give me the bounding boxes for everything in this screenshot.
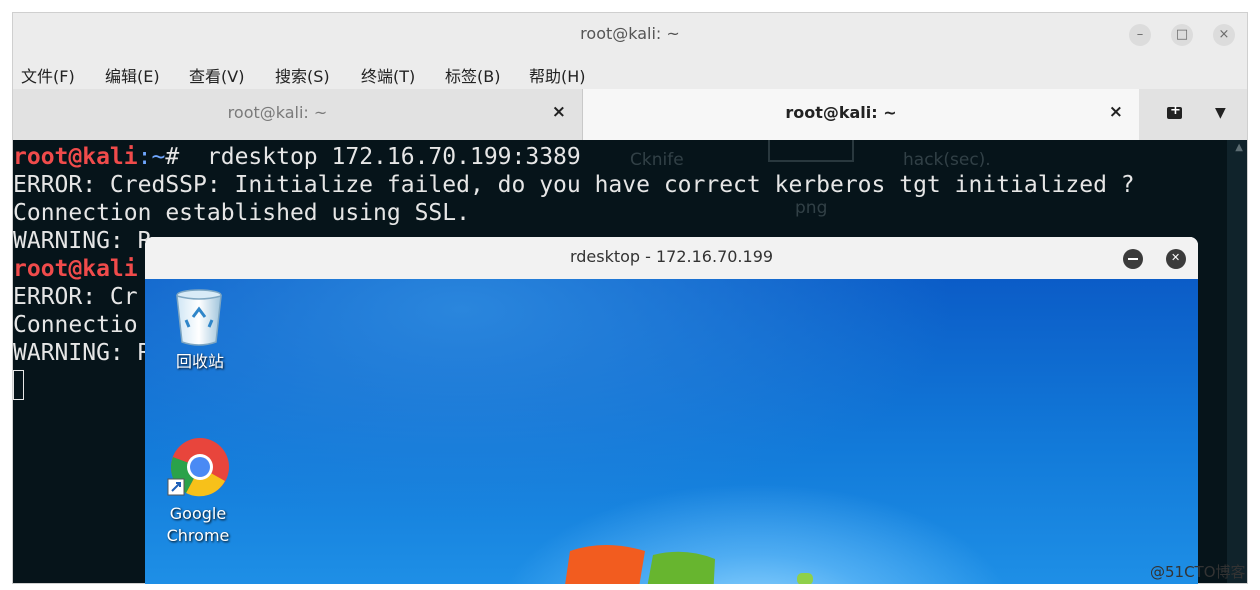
tab-close-icon[interactable]: × (1109, 102, 1123, 122)
rdesktop-title-bar[interactable]: rdesktop - 172.16.70.199 (145, 237, 1198, 279)
recycle-bin-label: 回收站 (175, 352, 224, 371)
maximize-button[interactable]: □ (1171, 24, 1193, 46)
ghost-file-label: hack(sec). (903, 150, 991, 170)
terminal-cursor (13, 370, 24, 400)
ghost-file-label: Cknife (630, 150, 684, 170)
scrollbar[interactable]: ▲ (1227, 140, 1247, 583)
prompt-user: root@kali (13, 256, 138, 282)
rdesktop-title: rdesktop - 172.16.70.199 (569, 247, 774, 266)
minimize-button[interactable]: – (1129, 24, 1151, 46)
menu-bar: 文件(F) 编辑(E) 查看(V) 搜索(S) 终端(T) 标签(B) 帮助(H… (13, 57, 1247, 89)
tab-label: root@kali: ~ (785, 103, 897, 122)
chevron-down-icon[interactable]: ▼ (1215, 105, 1226, 121)
prompt-symbol: # (165, 144, 194, 170)
windows-logo-dot (797, 573, 813, 584)
terminal-line-1: root@kali:~# rdesktop 172.16.70.199:3389 (13, 143, 581, 171)
prompt-user: root@kali (13, 144, 138, 170)
menu-tabs[interactable]: 标签(B) (445, 63, 500, 87)
terminal-line-3: Connection established using SSL. (13, 200, 470, 226)
chrome-icon (167, 438, 229, 497)
rdesktop-minimize-button[interactable] (1123, 249, 1143, 269)
desktop-icon-recycle-bin[interactable]: 回收站 (167, 287, 233, 377)
terminal-line-8: WARNING: R (13, 340, 152, 366)
terminal-line-6: ERROR: Cr (13, 284, 138, 310)
ghost-file-icon (768, 140, 854, 162)
chrome-label: Google Chrome (166, 504, 230, 545)
rdesktop-window: rdesktop - 172.16.70.199 回收站 (145, 237, 1198, 584)
windows-logo-icon (565, 545, 715, 584)
window-title: root@kali: ~ (580, 24, 680, 43)
prompt-path: :~ (137, 144, 166, 170)
menu-edit[interactable]: 编辑(E) (105, 63, 160, 87)
desktop-icon-google-chrome[interactable]: Google Chrome (163, 437, 233, 547)
terminal-line-7: Connectio (13, 312, 138, 338)
menu-search[interactable]: 搜索(S) (275, 63, 330, 87)
menu-view[interactable]: 查看(V) (189, 63, 244, 87)
menu-file[interactable]: 文件(F) (21, 63, 75, 87)
tab-root-kali-1[interactable]: root@kali: ~ × (13, 89, 583, 140)
ghost-file-label: png (795, 198, 828, 218)
close-button[interactable]: × (1213, 24, 1235, 46)
tab-label: root@kali: ~ (227, 103, 328, 122)
rdesktop-close-button[interactable] (1166, 249, 1186, 269)
command-text: rdesktop 172.16.70.199:3389 (193, 144, 581, 170)
terminal-line-4: WARNING: R (13, 228, 152, 254)
terminal-line-2: ERROR: CredSSP: Initialize failed, do yo… (13, 172, 1135, 198)
tab-root-kali-2[interactable]: root@kali: ~ × (583, 89, 1139, 140)
menu-help[interactable]: 帮助(H) (529, 63, 586, 87)
tab-close-icon[interactable]: × (552, 102, 566, 122)
menu-terminal[interactable]: 终端(T) (361, 63, 415, 87)
title-bar: root@kali: ~ – □ × (13, 13, 1247, 57)
tab-bar: root@kali: ~ × root@kali: ~ × ▼ (13, 89, 1247, 140)
new-tab-icon[interactable] (1161, 102, 1187, 126)
recycle-bin-icon (176, 289, 222, 346)
watermark: @51CTO博客 (1150, 563, 1246, 581)
remote-desktop[interactable]: 回收站 Google Chrome (145, 279, 1198, 584)
scroll-up-icon[interactable]: ▲ (1235, 142, 1243, 153)
terminal-line-5: root@kali (13, 255, 138, 283)
